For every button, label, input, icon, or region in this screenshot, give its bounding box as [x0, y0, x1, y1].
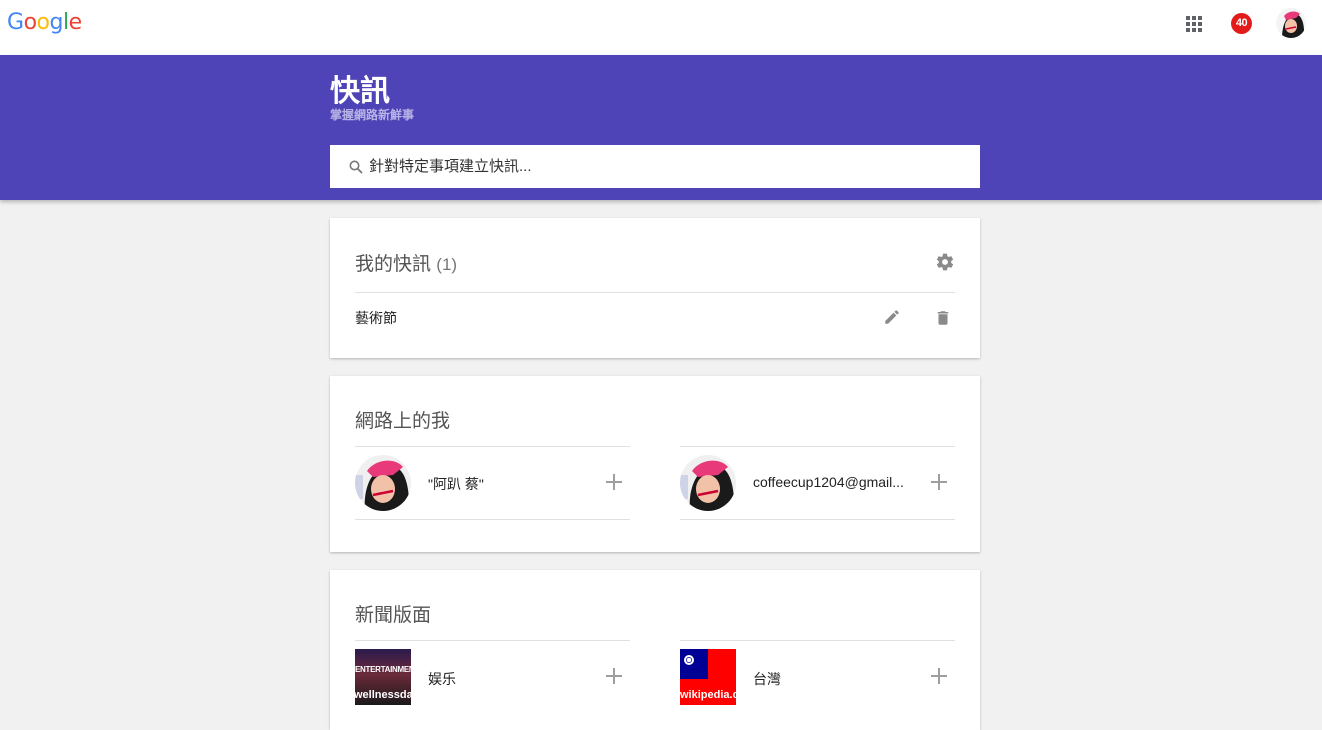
my-alerts-title: 我的快訊: [355, 254, 432, 275]
create-alert-search: [330, 145, 980, 188]
top-bar: Google 40: [0, 0, 1322, 55]
page-subtitle: 掌握網路新鮮事: [330, 108, 415, 122]
notification-badge[interactable]: 40: [1231, 13, 1252, 34]
alerts-banner: 快訊 掌握網路新鮮事: [0, 55, 1322, 200]
apps-grid-icon[interactable]: [1186, 16, 1202, 32]
me-on-web-title: 網路上的我: [355, 411, 451, 432]
divider: [680, 519, 955, 520]
add-plus-icon[interactable]: [606, 474, 622, 490]
profile-photo: [355, 455, 411, 511]
me-on-web-name-label: "阿趴 蔡": [428, 476, 484, 492]
thumbnail-caption: ENTERTAINMENT: [355, 665, 411, 674]
settings-gear-icon[interactable]: [935, 252, 955, 272]
delete-trash-icon[interactable]: [934, 308, 952, 328]
divider: [355, 640, 630, 641]
my-alerts-heading: 我的快訊 (1): [355, 249, 457, 276]
news-pages-card: 新聞版面 ENTERTAINMENT wellnessda 娱乐 wikiped…: [330, 570, 980, 730]
divider: [680, 446, 955, 447]
page-title: 快訊: [330, 75, 390, 108]
profile-photo: [680, 455, 736, 511]
search-icon: [349, 160, 363, 174]
edit-pencil-icon[interactable]: [883, 308, 901, 326]
sun-emblem-icon: [684, 655, 694, 665]
alert-item-label[interactable]: 藝術節: [355, 308, 397, 328]
divider: [355, 446, 630, 447]
news-page-label: 娱乐: [428, 671, 456, 687]
my-alerts-count: (1): [436, 255, 458, 274]
add-plus-icon[interactable]: [606, 668, 622, 684]
me-on-web-card: 網路上的我 "阿趴 蔡" coffeecup1204@gmail...: [330, 376, 980, 552]
add-plus-icon[interactable]: [931, 668, 947, 684]
entertainment-thumbnail: ENTERTAINMENT wellnessda: [355, 649, 411, 705]
divider: [680, 640, 955, 641]
google-logo[interactable]: Google: [7, 10, 82, 35]
add-plus-icon[interactable]: [931, 474, 947, 490]
me-on-web-email-label: coffeecup1204@gmail...: [753, 474, 904, 490]
taiwan-flag-thumbnail: wikipedia.c: [680, 649, 736, 705]
thumbnail-watermark: wikipedia.c: [680, 689, 736, 701]
divider: [355, 519, 630, 520]
my-alerts-card: 我的快訊 (1) 藝術節: [330, 218, 980, 358]
news-pages-title: 新聞版面: [355, 605, 432, 626]
news-page-label: 台灣: [753, 671, 781, 687]
create-alert-input[interactable]: [369, 145, 969, 188]
account-avatar[interactable]: [1276, 8, 1306, 38]
divider: [355, 292, 955, 293]
thumbnail-watermark: wellnessda: [355, 689, 411, 701]
